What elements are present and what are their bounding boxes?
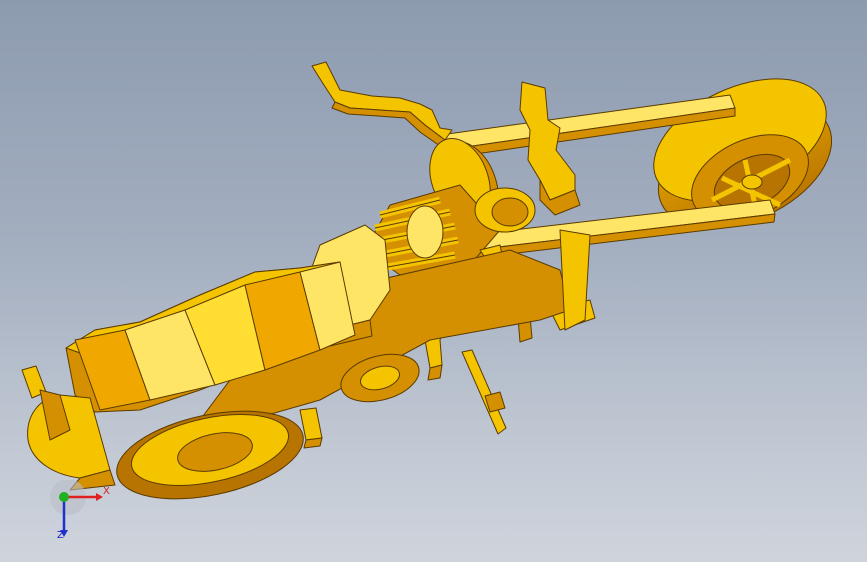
x-axis-label: X: [103, 486, 110, 497]
handlebar[interactable]: [311, 61, 453, 147]
x-axis-head-icon: [96, 493, 103, 501]
coordinate-triad: [50, 480, 103, 537]
y-axis-dot-icon: [59, 492, 69, 502]
3d-viewport[interactable]: X Z: [0, 0, 867, 562]
steering-plate[interactable]: [519, 81, 581, 216]
motorcycle-model[interactable]: [0, 0, 867, 562]
z-axis-label: Z: [57, 530, 64, 541]
